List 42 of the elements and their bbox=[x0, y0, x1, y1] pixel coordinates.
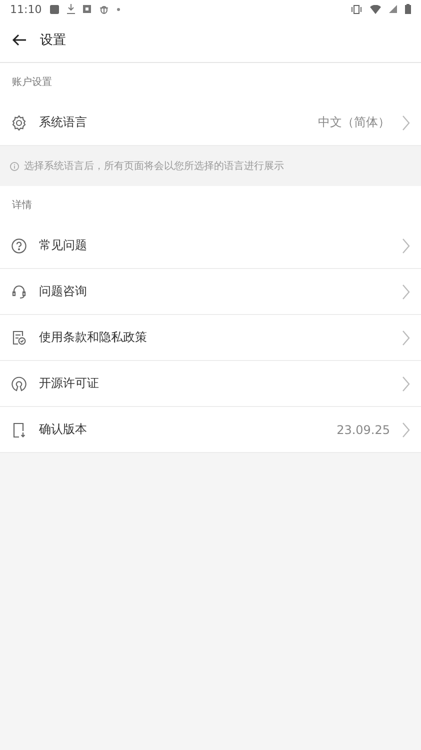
document-check-icon bbox=[11, 330, 27, 346]
settings-row[interactable]: 问题咨询 bbox=[0, 269, 421, 315]
back-icon[interactable] bbox=[12, 34, 26, 46]
gear-icon bbox=[11, 114, 27, 130]
row-label: 开源许可证 bbox=[39, 375, 100, 392]
signal-icon bbox=[389, 5, 397, 13]
info-icon bbox=[10, 162, 19, 170]
bug-icon bbox=[98, 4, 109, 14]
settings-row[interactable]: 常见问题 bbox=[0, 223, 421, 269]
dot-icon bbox=[116, 8, 120, 10]
chevron-icon bbox=[402, 114, 410, 130]
chevron-icon bbox=[402, 376, 410, 392]
headset-icon bbox=[11, 284, 27, 300]
chevron-icon bbox=[402, 238, 410, 254]
clock: 11:10 bbox=[10, 2, 42, 16]
chevron-icon bbox=[402, 422, 410, 438]
row-label: 使用条款和隐私政策 bbox=[39, 329, 148, 346]
battery-icon bbox=[405, 4, 411, 14]
open-source-icon bbox=[11, 376, 27, 392]
wifi-icon bbox=[370, 4, 381, 14]
row-label: 问题咨询 bbox=[39, 283, 88, 300]
help-icon bbox=[11, 238, 27, 254]
app-notification-icon bbox=[50, 4, 59, 14]
chevron-icon bbox=[402, 330, 410, 346]
chevron-icon bbox=[402, 284, 410, 300]
settings-row[interactable]: 确认版本 23.09.25 bbox=[0, 407, 421, 453]
phone-download-icon bbox=[11, 422, 27, 438]
page-title: 设置 bbox=[40, 32, 66, 49]
section-title: 账户设置 bbox=[12, 76, 52, 88]
row-label: 常见问题 bbox=[39, 237, 88, 254]
vibrate-icon bbox=[351, 4, 362, 14]
notification-icon bbox=[82, 5, 91, 13]
row-value: 中文（简体） bbox=[318, 114, 390, 131]
settings-row[interactable]: 开源许可证 bbox=[0, 361, 421, 407]
section-title: 详情 bbox=[12, 198, 32, 212]
notice-text: 选择系统语言后，所有页面将会以您所选择的语言进行展示 bbox=[24, 160, 284, 173]
row-label: 确认版本 bbox=[39, 421, 88, 438]
settings-row[interactable]: 系统语言 中文（简体） bbox=[0, 100, 421, 146]
settings-row[interactable]: 使用条款和隐私政策 bbox=[0, 315, 421, 361]
download-icon bbox=[66, 4, 75, 14]
row-label: 系统语言 bbox=[39, 114, 88, 131]
row-value: 23.09.25 bbox=[336, 422, 390, 436]
